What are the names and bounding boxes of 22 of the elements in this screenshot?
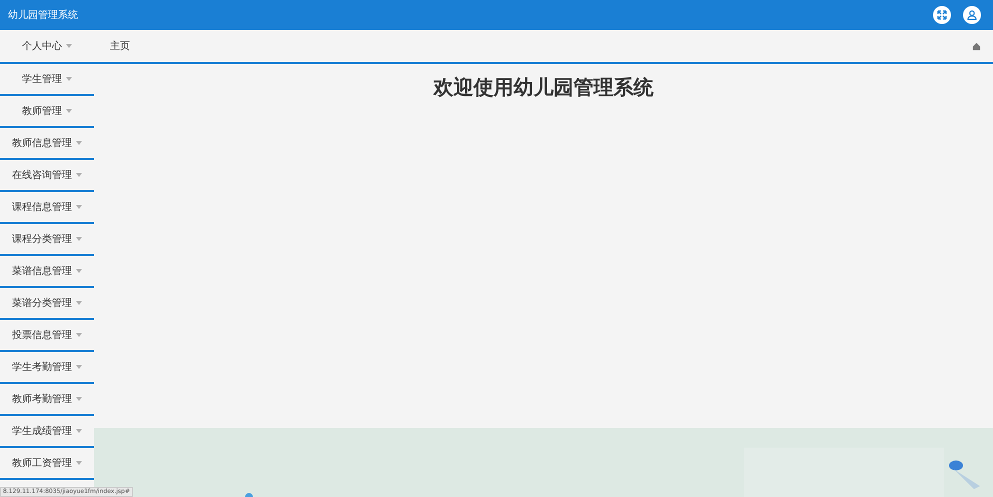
fullscreen-button[interactable]	[933, 6, 951, 24]
caret-icon	[76, 237, 82, 241]
caret-icon	[76, 365, 82, 369]
breadcrumb[interactable]: 主页	[110, 38, 130, 54]
caret-icon	[76, 333, 82, 337]
caret-icon	[76, 205, 82, 209]
caret-icon	[66, 77, 72, 81]
caret-icon	[76, 173, 82, 177]
caret-icon	[76, 301, 82, 305]
welcome-heading: 欢迎使用幼儿园管理系统	[434, 74, 654, 100]
caret-icon	[76, 461, 82, 465]
user-button[interactable]	[963, 6, 981, 24]
expand-icon	[937, 10, 947, 20]
user-icon	[967, 10, 977, 20]
caret-icon	[76, 397, 82, 401]
caret-icon	[76, 141, 82, 145]
caret-icon	[76, 429, 82, 433]
home-icon[interactable]	[972, 42, 981, 50]
caret-icon	[76, 269, 82, 273]
caret-icon	[66, 109, 72, 113]
caret-icon	[66, 44, 72, 48]
app-title: 幼儿园管理系统	[8, 8, 78, 22]
